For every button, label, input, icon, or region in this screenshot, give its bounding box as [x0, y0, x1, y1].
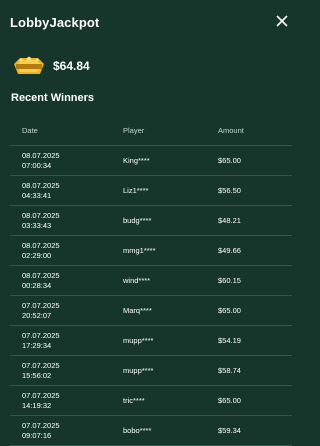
table-row: 07.07.2025 14:19:32 tric**** $65.00 [10, 386, 292, 416]
row-date-day: 07.07.2025 [22, 361, 60, 370]
row-player: mmg1**** [123, 246, 156, 255]
row-date: 08.07.2025 00:28:34 [10, 271, 123, 290]
row-date-time: 07:00:34 [22, 160, 52, 170]
row-date: 08.07.2025 03:33:43 [10, 211, 123, 230]
page-title: LobbyJackpot [10, 15, 100, 30]
row-date: 08.07.2025 04:33:41 [10, 181, 123, 200]
row-player: wind**** [123, 276, 151, 285]
row-amount: $48.21 [218, 216, 241, 225]
row-date-time: 09:07:16 [22, 430, 52, 440]
table-row: 07.07.2025 20:52:07 Marq**** $65.00 [10, 296, 292, 326]
row-date-day: 08.07.2025 [22, 151, 60, 160]
column-date: Date [22, 125, 38, 135]
jackpot-summary: $64.84 [10, 54, 90, 78]
table-row: 08.07.2025 02:29:00 mmg1**** $49.66 [10, 236, 292, 266]
row-date-time: 00:28:34 [22, 280, 52, 290]
row-date-day: 07.07.2025 [22, 331, 60, 340]
row-amount: $65.00 [218, 396, 241, 405]
row-date: 07.07.2025 15:56:02 [10, 361, 123, 380]
row-date-day: 07.07.2025 [22, 421, 60, 430]
row-date-time: 03:33:43 [22, 220, 52, 230]
table-row: 07.07.2025 15:56:02 mupp**** $58.74 [10, 356, 292, 386]
header: LobbyJackpot [0, 0, 300, 44]
row-date: 08.07.2025 07:00:34 [10, 151, 123, 170]
row-date: 08.07.2025 02:29:00 [10, 241, 123, 260]
row-date: 07.07.2025 14:19:32 [10, 391, 123, 410]
row-date-day: 08.07.2025 [22, 181, 60, 190]
row-date-day: 07.07.2025 [22, 391, 60, 400]
row-date-time: 17:29:34 [22, 340, 52, 350]
row-date-day: 07.07.2025 [22, 301, 60, 310]
table-row: 08.07.2025 07:00:34 King**** $65.00 [10, 146, 292, 176]
close-icon[interactable] [274, 13, 290, 29]
row-player: budg**** [123, 216, 152, 225]
row-date-time: 02:29:00 [22, 250, 52, 260]
row-date-time: 04:33:41 [22, 190, 52, 200]
row-amount: $60.15 [218, 276, 241, 285]
row-player: Marq**** [123, 306, 152, 315]
row-date-day: 08.07.2025 [22, 271, 60, 280]
table-row: 07.07.2025 17:29:34 mupp**** $54.19 [10, 326, 292, 356]
table-row: 08.07.2025 00:28:34 wind**** $60.15 [10, 266, 292, 296]
column-amount: Amount [218, 126, 244, 135]
row-amount: $49.66 [218, 246, 241, 255]
recent-winners-title: Recent Winners [11, 92, 95, 104]
row-date: 07.07.2025 09:07:16 [10, 421, 123, 440]
row-amount: $59.34 [218, 426, 241, 435]
row-amount: $65.00 [218, 306, 241, 315]
row-amount: $56.50 [218, 186, 241, 195]
row-date-time: 20:52:07 [22, 310, 52, 320]
row-player: mupp**** [123, 366, 154, 375]
row-date-day: 08.07.2025 [22, 211, 60, 220]
row-amount: $58.74 [218, 366, 241, 375]
row-player: King**** [123, 156, 150, 165]
table-row: 08.07.2025 03:33:43 budg**** $48.21 [10, 206, 292, 236]
table-row: 08.07.2025 04:33:41 Liz1**** $56.50 [10, 176, 292, 206]
jackpot-badge-icon [10, 54, 48, 78]
row-player: tric**** [123, 396, 145, 405]
column-player: Player [123, 126, 145, 135]
table-header: Date Player Amount [10, 116, 292, 146]
row-player: bobo**** [123, 426, 152, 435]
row-date-day: 08.07.2025 [22, 241, 60, 250]
row-player: Liz1**** [123, 186, 149, 195]
row-player: mupp**** [123, 336, 154, 345]
row-date: 07.07.2025 20:52:07 [10, 301, 123, 320]
winners-table: Date Player Amount 08.07.2025 07:00:34 K… [10, 116, 292, 446]
row-amount: $54.19 [218, 336, 241, 345]
row-date-time: 15:56:02 [22, 370, 52, 380]
row-date: 07.07.2025 17:29:34 [10, 331, 123, 350]
row-date-time: 14:19:32 [22, 400, 52, 410]
jackpot-amount: $64.84 [53, 59, 90, 73]
row-amount: $65.00 [218, 156, 241, 165]
